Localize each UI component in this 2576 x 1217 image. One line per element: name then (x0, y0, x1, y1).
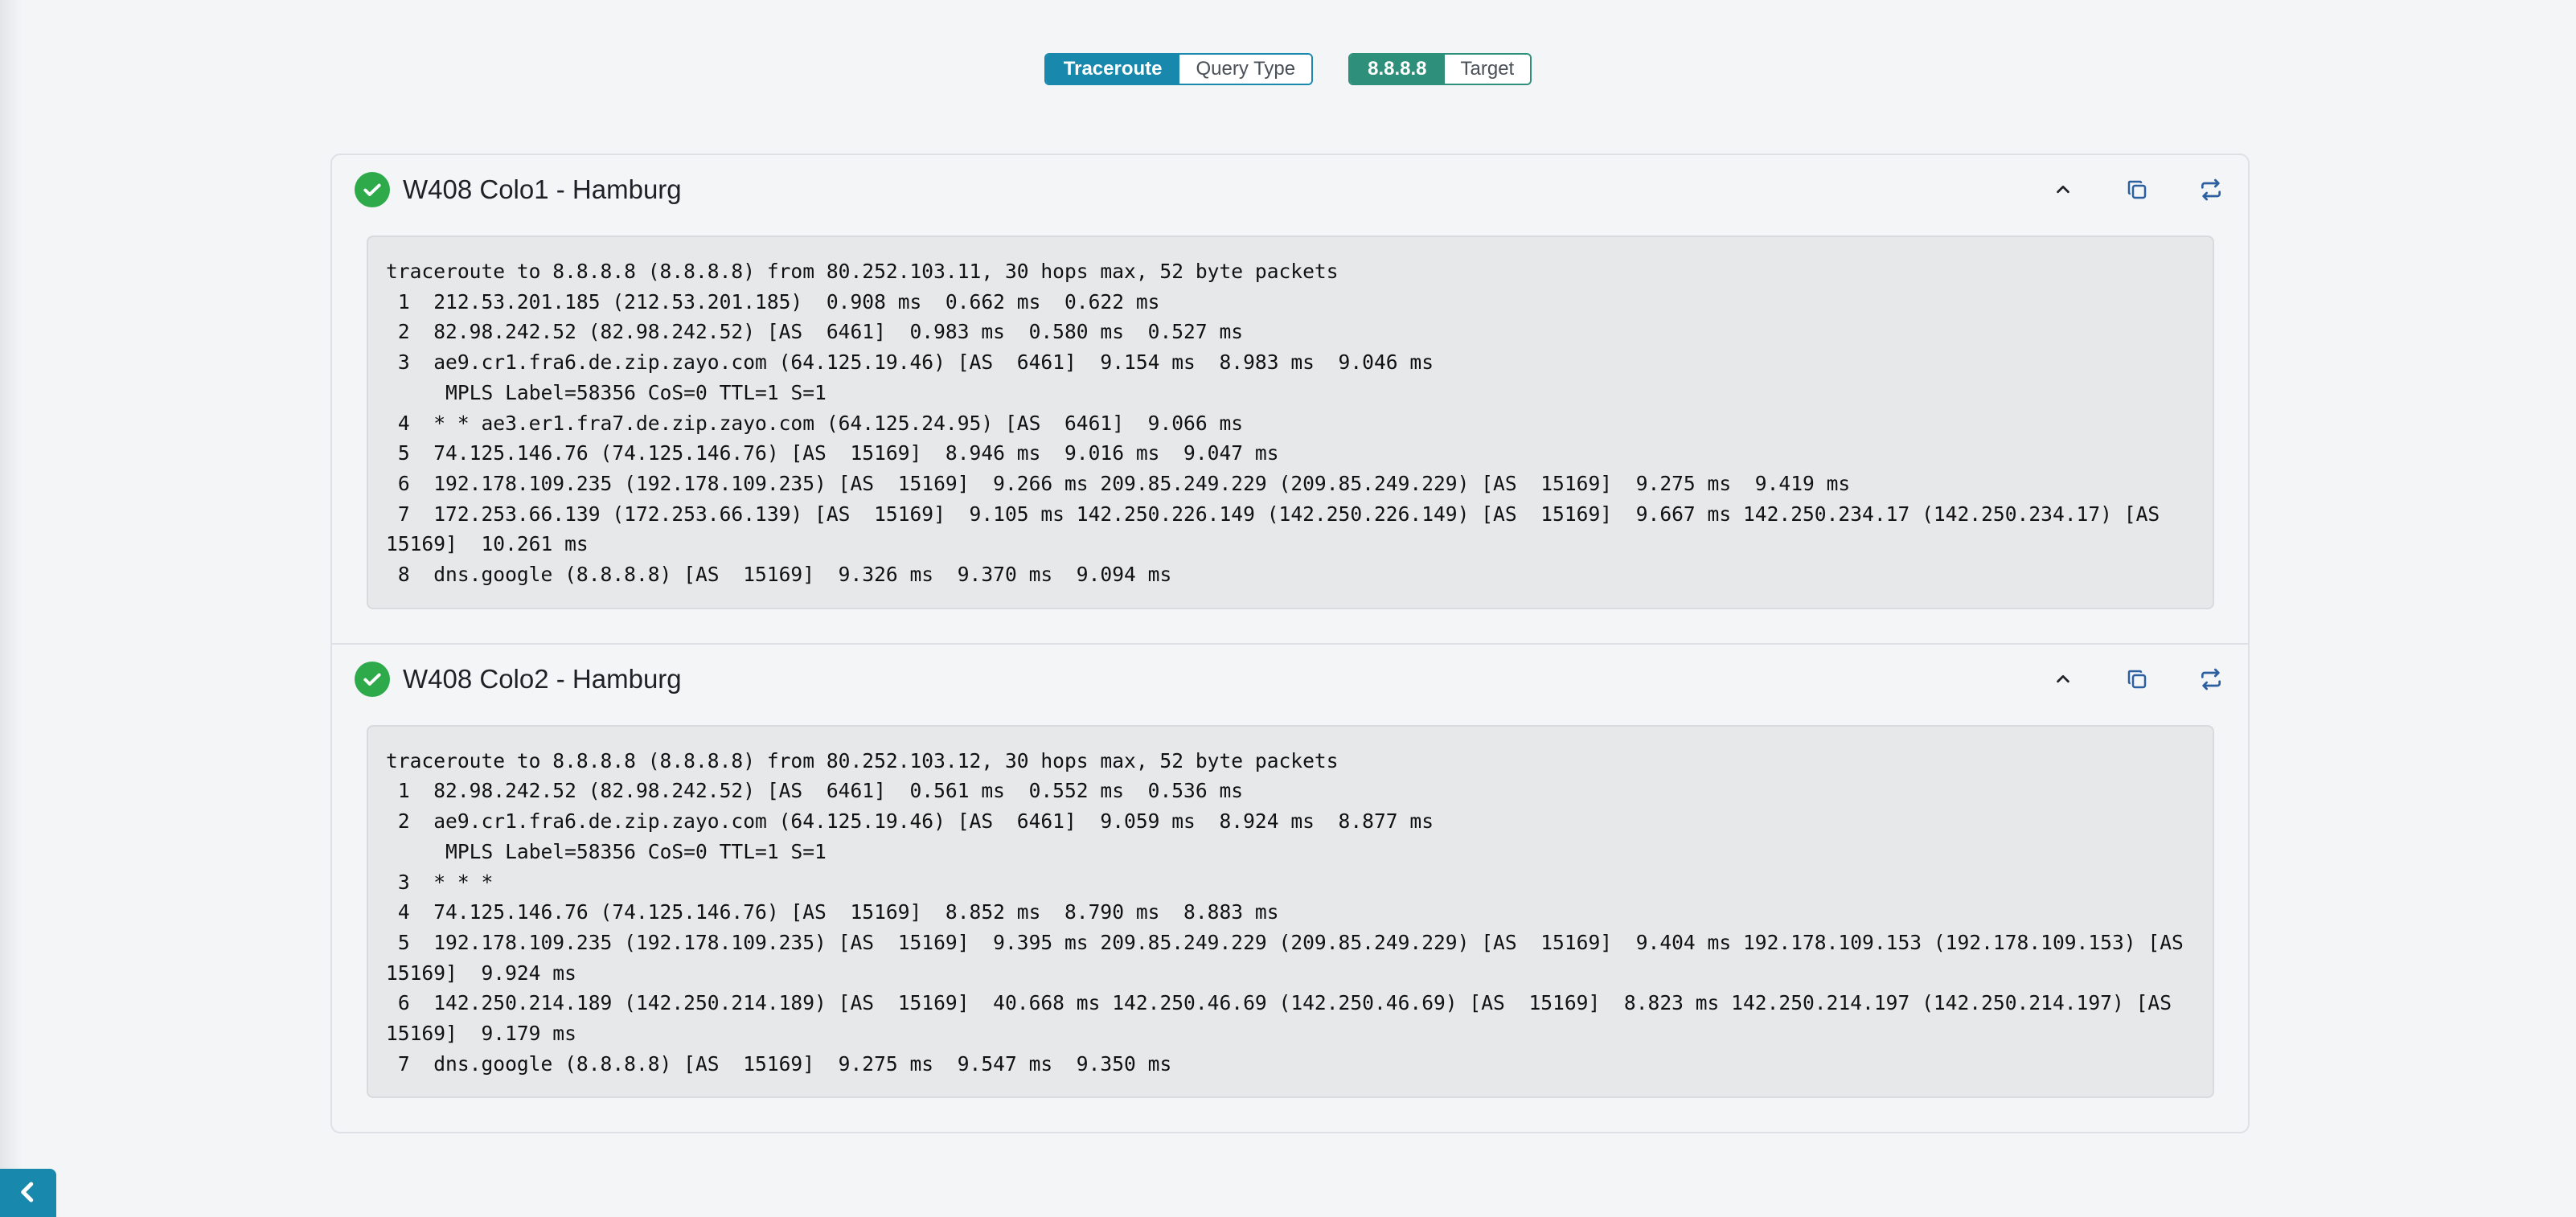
target-label: Target (1444, 55, 1531, 84)
result-actions (2045, 662, 2229, 697)
copy-icon[interactable] (2119, 172, 2155, 207)
copy-icon[interactable] (2119, 662, 2155, 697)
chevron-up-icon[interactable] (2045, 662, 2081, 697)
query-type-value: Traceroute (1045, 55, 1180, 84)
target-tag: 8.8.8.8 Target (1348, 53, 1532, 85)
chevron-left-icon (16, 1180, 40, 1208)
result-panel: W408 Colo1 - Hamburg traceroute to 8.8.8… (332, 155, 2248, 609)
result-panel: W408 Colo2 - Hamburg traceroute to 8.8.8… (332, 642, 2248, 1099)
chevron-up-icon[interactable] (2045, 172, 2081, 207)
back-button[interactable] (0, 1169, 56, 1217)
check-circle-icon (355, 172, 390, 207)
result-title: W408 Colo1 - Hamburg (403, 174, 682, 204)
traceroute-output: traceroute to 8.8.8.8 (8.8.8.8) from 80.… (367, 724, 2214, 1099)
page-edge-shadow (0, 0, 23, 1206)
target-value: 8.8.8.8 (1350, 55, 1445, 84)
traceroute-output: traceroute to 8.8.8.8 (8.8.8.8) from 80.… (367, 236, 2214, 609)
check-circle-icon (355, 661, 390, 697)
result-actions (2045, 172, 2229, 207)
result-header[interactable]: W408 Colo2 - Hamburg (332, 645, 2248, 714)
query-type-tag: Traceroute Query Type (1044, 53, 1314, 85)
result-title: W408 Colo2 - Hamburg (403, 663, 682, 694)
refresh-icon[interactable] (2193, 662, 2229, 697)
result-header[interactable]: W408 Colo1 - Hamburg (332, 155, 2248, 224)
query-tags: Traceroute Query Type 8.8.8.8 Target (0, 53, 2576, 85)
results-accordion: W408 Colo1 - Hamburg traceroute to 8.8.8… (330, 154, 2250, 1134)
query-type-label: Query Type (1179, 55, 1312, 84)
refresh-icon[interactable] (2193, 172, 2229, 207)
